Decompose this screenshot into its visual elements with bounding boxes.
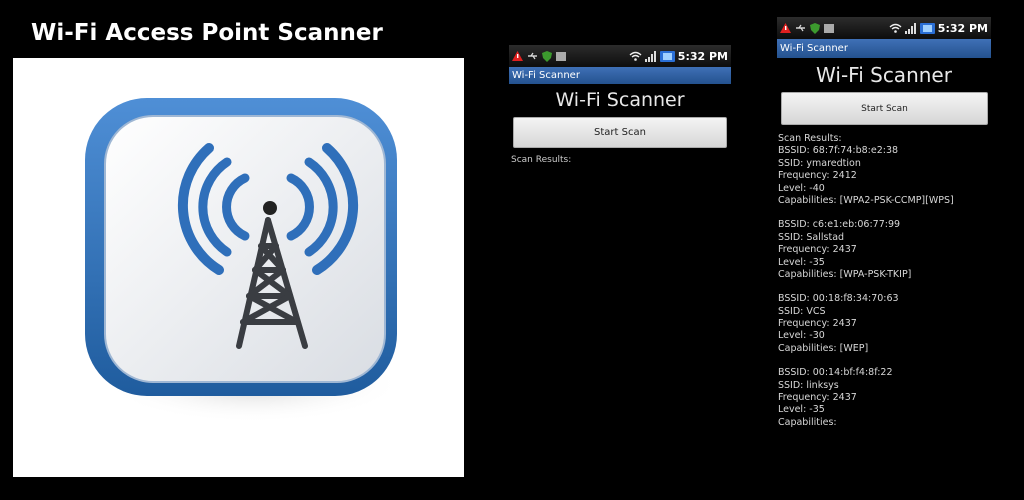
ssid-text: SSID: ymaredtion xyxy=(778,157,861,169)
status-bar: 5:32 PM xyxy=(777,17,991,39)
status-bar: 5:32 PM xyxy=(509,45,731,67)
ssid-text: SSID: linksys xyxy=(778,379,839,391)
shield-icon xyxy=(542,50,552,62)
sd-card-icon xyxy=(556,51,566,61)
phone-screen-results: 5:32 PM Wi-Fi Scanner Wi-Fi Scanner Star… xyxy=(777,17,991,457)
frequency-text: Frequency: 2437 xyxy=(778,392,857,404)
app-logo-panel xyxy=(13,58,464,477)
start-scan-button[interactable]: Start Scan xyxy=(781,92,988,125)
app-title-bar: Wi-Fi Scanner xyxy=(509,67,731,84)
bssid-text: BSSID: 00:18:f8:34:70:63 xyxy=(778,293,899,305)
warning-icon xyxy=(512,51,523,61)
scan-results-label: Scan Results: xyxy=(511,155,572,165)
capabilities-text: Capabilities: xyxy=(778,416,837,428)
frequency-text: Frequency: 2437 xyxy=(778,318,857,330)
app-title-bar: Wi-Fi Scanner xyxy=(777,39,991,58)
level-text: Level: -35 xyxy=(778,404,825,416)
list-item: BSSID: c6:e1:eb:06:77:99 SSID: Sallstad … xyxy=(778,219,954,281)
list-item: BSSID: 00:18:f8:34:70:63 SSID: VCS Frequ… xyxy=(778,293,954,355)
page-title: Wi-Fi Scanner xyxy=(555,89,685,111)
scan-results-label: Scan Results: xyxy=(778,133,842,144)
frequency-text: Frequency: 2437 xyxy=(778,244,857,256)
level-text: Level: -30 xyxy=(778,330,825,342)
level-text: Level: -40 xyxy=(778,182,825,194)
capabilities-text: Capabilities: [WEP] xyxy=(778,342,869,354)
battery-icon xyxy=(659,50,675,62)
warning-icon xyxy=(780,23,791,33)
wifi-tower-icon xyxy=(85,98,403,423)
bssid-text: BSSID: 68:7f:74:b8:e2:38 xyxy=(778,145,899,157)
banner-title: Wi-Fi Access Point Scanner xyxy=(31,20,383,46)
battery-icon xyxy=(919,22,935,34)
phone-screen-initial: 5:32 PM Wi-Fi Scanner Wi-Fi Scanner Star… xyxy=(509,45,731,175)
level-text: Level: -35 xyxy=(778,256,825,268)
wifi-signal-icon xyxy=(629,51,642,61)
ssid-text: SSID: Sallstad xyxy=(778,231,845,243)
list-item: BSSID: 00:14:bf:f4:8f:22 SSID: linksys F… xyxy=(778,367,954,429)
frequency-text: Frequency: 2412 xyxy=(778,170,857,182)
list-item: BSSID: 68:7f:74:b8:e2:38 SSID: ymaredtio… xyxy=(778,145,954,207)
cell-signal-icon xyxy=(644,50,656,62)
status-time: 5:32 PM xyxy=(937,21,988,35)
bssid-text: BSSID: c6:e1:eb:06:77:99 xyxy=(778,219,901,231)
start-scan-button[interactable]: Start Scan xyxy=(513,117,727,148)
wifi-signal-icon xyxy=(889,23,902,33)
page-title: Wi-Fi Scanner xyxy=(816,63,952,87)
ssid-text: SSID: VCS xyxy=(778,305,826,317)
capabilities-text: Capabilities: [WPA2-PSK-CCMP][WPS] xyxy=(778,194,954,206)
cell-signal-icon xyxy=(904,22,916,34)
bssid-text: BSSID: 00:14:bf:f4:8f:22 xyxy=(778,367,893,379)
usb-icon xyxy=(528,52,537,60)
usb-icon xyxy=(796,24,805,32)
sd-card-icon xyxy=(824,23,834,33)
capabilities-text: Capabilities: [WPA-PSK-TKIP] xyxy=(778,268,912,280)
status-time: 5:32 PM xyxy=(677,49,728,63)
scan-results: Scan Results: BSSID: 68:7f:74:b8:e2:38 S… xyxy=(778,133,954,441)
shield-icon xyxy=(810,22,820,34)
